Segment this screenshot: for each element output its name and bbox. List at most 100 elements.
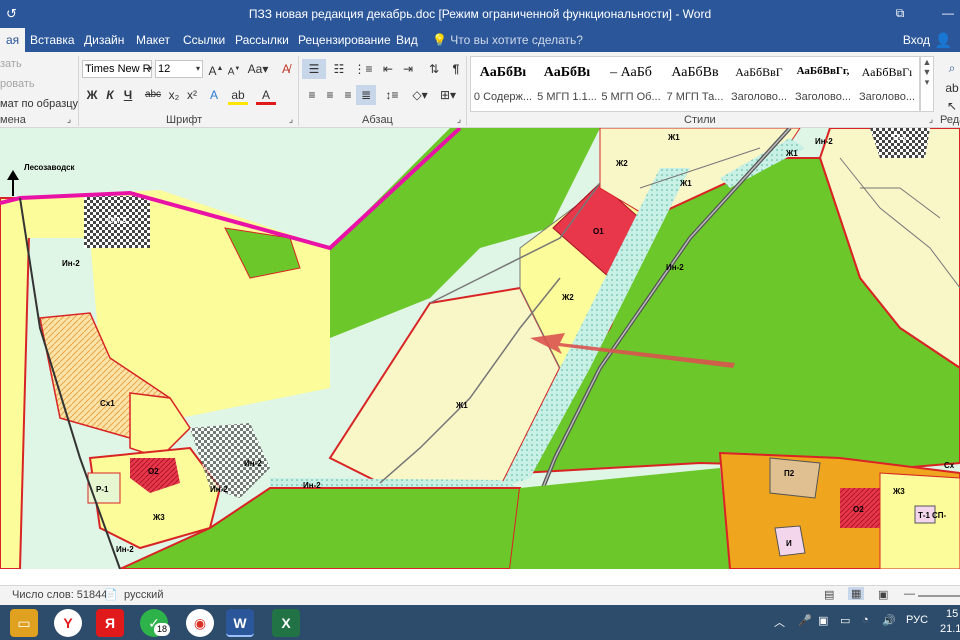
font-name-select[interactable]: Times New R — [82, 60, 152, 78]
justify-icon[interactable]: ≣ — [356, 85, 376, 105]
numbering-icon[interactable]: ☷ — [328, 59, 350, 79]
web-layout-icon[interactable]: ▣ — [878, 588, 888, 601]
excel-icon[interactable]: X — [272, 609, 300, 637]
font-size-dropdown-icon[interactable]: ▾ — [192, 59, 204, 79]
label-sx1: Сх1 — [100, 399, 115, 408]
font-color-icon[interactable]: A — [256, 85, 276, 105]
tab-view[interactable]: Вид — [396, 28, 418, 52]
volume-icon[interactable]: 🔊 — [882, 614, 896, 627]
bullets-icon[interactable]: ☰ — [302, 59, 326, 79]
copy-button[interactable]: ровать — [0, 78, 35, 90]
yandex-browser-icon[interactable]: Y — [54, 609, 82, 637]
tab-design[interactable]: Дизайн — [84, 28, 124, 52]
microphone-icon[interactable]: 🎤 — [798, 614, 812, 627]
cut-button[interactable]: зать — [0, 58, 22, 70]
sign-in-link[interactable]: Вход — [903, 28, 930, 52]
paragraph-group-label: Абзац — [362, 114, 393, 126]
show-marks-icon[interactable]: ¶ — [446, 59, 466, 79]
sort-icon[interactable]: ⇅ — [424, 59, 444, 79]
clipboard-group-label: мена — [0, 114, 26, 126]
read-mode-icon[interactable]: ▤ — [824, 588, 834, 601]
tab-references[interactable]: Ссылки — [183, 28, 225, 52]
select-icon[interactable]: ↖ — [942, 96, 960, 116]
style-item[interactable]: АаБбВв 7 МГП Та... — [663, 57, 727, 111]
battery-icon[interactable]: ▭ — [840, 614, 850, 627]
align-center-icon[interactable]: ≡ — [320, 85, 340, 105]
style-item[interactable]: АаБбВвГı Заголово... — [855, 57, 919, 111]
style-name: 5 МГП Об... — [601, 91, 661, 103]
underline-button[interactable]: Ч — [118, 85, 138, 105]
clear-formatting-icon[interactable]: A̸ — [276, 59, 296, 79]
format-painter-button[interactable]: мат по образцу — [0, 98, 78, 110]
find-icon[interactable]: ⌕ — [942, 58, 960, 78]
editing-group-label: Реда — [940, 114, 960, 126]
shrink-font-icon[interactable]: A▼ — [224, 59, 244, 79]
clock-date[interactable]: 21.1 — [940, 623, 960, 635]
replace-icon[interactable]: ab — [942, 78, 960, 98]
style-item[interactable]: АаБбВвГг, Заголово... — [791, 57, 855, 111]
tab-layout[interactable]: Макет — [136, 28, 170, 52]
text-effects-icon[interactable]: A — [204, 85, 224, 105]
decrease-indent-icon[interactable]: ⇤ — [378, 59, 398, 79]
tab-insert[interactable]: Вставка — [30, 28, 75, 52]
multilevel-list-icon[interactable]: ⋮≡ — [352, 59, 374, 79]
font-launcher-icon[interactable]: ⌟ — [284, 112, 298, 126]
tab-mailings[interactable]: Рассылки — [235, 28, 289, 52]
tab-review[interactable]: Рецензирование — [298, 28, 391, 52]
camera-icon[interactable]: ▣ — [818, 614, 828, 627]
label-zh2: Ж2 — [615, 159, 628, 168]
style-item[interactable]: АаБбВı 5 МГП 1.1... — [535, 57, 599, 111]
network-icon[interactable]: ◔ — [862, 614, 869, 626]
separator — [298, 56, 299, 126]
style-sample: АаБбВвГı — [861, 65, 913, 79]
zone-p2 — [769, 457, 821, 499]
style-item[interactable]: АаБбВвГ Заголово... — [727, 57, 791, 111]
superscript-button[interactable]: x² — [182, 85, 202, 105]
grow-font-icon[interactable]: A▲ — [206, 59, 226, 79]
style-sample: АаБбВвГ — [735, 65, 783, 79]
input-language[interactable]: РУС — [906, 614, 928, 626]
share-user-icon[interactable]: 👤 — [935, 32, 952, 49]
paragraph-launcher-icon[interactable]: ⌟ — [452, 112, 466, 126]
print-layout-icon[interactable]: ▦ — [848, 587, 865, 600]
document-area[interactable]: Лесозаводск СП-3 Ин-2 Сх1 О2 Р-1 Ин-2 Ин… — [0, 128, 960, 569]
borders-icon[interactable]: ⊞▾ — [436, 85, 460, 105]
tab-home[interactable]: ая — [0, 28, 26, 52]
align-left-icon[interactable]: ≡ — [302, 85, 322, 105]
ribbon-display-options-icon[interactable]: ⧉ — [888, 4, 912, 22]
file-explorer-icon[interactable]: ▭ — [10, 609, 38, 637]
subscript-button[interactable]: x₂ — [164, 85, 184, 105]
tell-me-search[interactable]: 💡 Что вы хотите сделать? — [432, 28, 583, 52]
label-sp: СП-3 — [108, 216, 127, 225]
chrome-icon[interactable]: ◉ — [186, 609, 214, 637]
align-right-icon[interactable]: ≡ — [338, 85, 358, 105]
tray-expand-icon[interactable]: ︿ — [774, 614, 785, 630]
status-bar: Число слов: 51844 📄 русский ▤ ▦ ▣ — — [0, 585, 960, 605]
styles-scroll[interactable]: ▲ ▼ ▾ — [920, 56, 934, 112]
shading-icon[interactable]: ◇▾ — [408, 85, 432, 105]
tell-me-text: Что вы хотите сделать? — [450, 33, 583, 47]
clipboard-launcher-icon[interactable]: ⌟ — [62, 112, 76, 126]
clock-time[interactable]: 15 — [946, 608, 958, 620]
style-item[interactable]: – АаБб 5 МГП Об... — [599, 57, 663, 111]
line-spacing-icon[interactable]: ↕≡ — [380, 85, 404, 105]
word-count[interactable]: Число слов: 51844 — [12, 589, 107, 601]
proofing-icon[interactable]: 📄 — [104, 588, 118, 601]
word-icon[interactable]: W — [226, 609, 254, 637]
label-zh2: Ж2 — [561, 293, 574, 302]
change-case-icon[interactable]: Aa▾ — [246, 59, 270, 79]
bold-button[interactable]: Ж — [82, 85, 102, 105]
yandex-icon[interactable]: Я — [96, 609, 124, 637]
zoom-slider[interactable] — [918, 595, 960, 597]
language-status[interactable]: русский — [124, 589, 163, 601]
italic-button[interactable]: К — [100, 85, 120, 105]
highlight-icon[interactable]: ab — [228, 85, 248, 105]
style-sample: АаБбВı — [479, 65, 527, 80]
styles-launcher-icon[interactable]: ⌟ — [924, 112, 938, 126]
increase-indent-icon[interactable]: ⇥ — [398, 59, 418, 79]
minimize-button[interactable]: — — [936, 4, 960, 22]
zoom-out-icon[interactable]: — — [904, 588, 915, 600]
style-item[interactable]: АаБбВı 0 Содерж... — [471, 57, 535, 111]
strikethrough-button[interactable]: abc — [142, 85, 164, 105]
label-zh1: Ж1 — [679, 179, 692, 188]
